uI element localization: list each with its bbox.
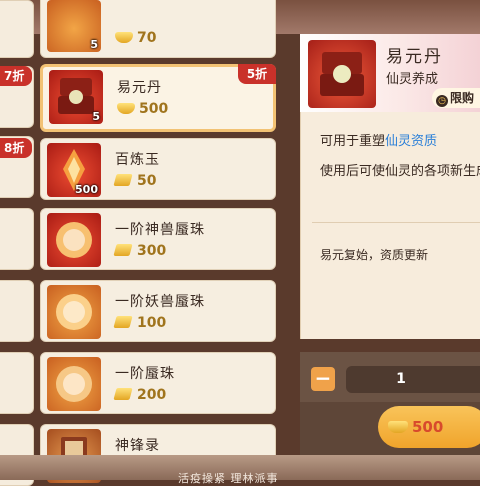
item-quantity: 500	[75, 183, 98, 196]
gold-bar-icon	[113, 244, 133, 256]
detail-usage-text: 可用于重塑仙灵资质	[320, 134, 438, 149]
left-item-card[interactable]	[0, 352, 34, 414]
pill-box-icon	[320, 52, 364, 96]
left-discount-badge: 7折	[0, 66, 32, 86]
left-item-card[interactable]	[0, 280, 34, 342]
yiyuan-pill-icon: 5	[49, 70, 103, 124]
shop-item-card[interactable]: 一阶神兽蜃珠 300	[40, 208, 276, 270]
ingot-icon	[388, 421, 408, 433]
orb-icon	[56, 294, 92, 330]
item-name: 一阶妖兽蜃珠	[115, 294, 205, 310]
quantity-field[interactable]: 1	[346, 366, 480, 393]
item-quantity: 5	[92, 110, 100, 123]
item-price: 300	[113, 243, 166, 259]
highlight-keyword: 仙灵资质	[385, 134, 438, 149]
shop-item-card[interactable]: 一阶蜃珠 200	[40, 352, 276, 414]
gold-bar-icon	[113, 388, 133, 400]
item-name: 神锋录	[115, 438, 160, 454]
left-item-card[interactable]	[0, 0, 34, 58]
gold-bar-icon	[113, 316, 133, 328]
orb-icon	[56, 366, 92, 402]
item-quantity: 5	[90, 38, 98, 51]
bottom-hint-text: 活疫操紧 理林派事	[178, 472, 279, 485]
ingot-icon	[117, 103, 135, 114]
item-detail-header: 易元丹 仙灵养成 ◷ 限购	[300, 34, 480, 112]
baiyan-jade-icon: 500	[47, 143, 101, 197]
beast-pearl-icon	[47, 213, 101, 267]
gold-bar-icon	[113, 174, 133, 186]
demon-pearl-icon	[47, 285, 101, 339]
clock-icon: ◷	[436, 95, 448, 107]
decrease-quantity-button[interactable]: −	[311, 367, 335, 391]
shop-item-card[interactable]: 5 70	[40, 0, 276, 58]
item-price: 500	[117, 101, 168, 117]
shop-item-card[interactable]: 一阶妖兽蜃珠 100	[40, 280, 276, 342]
item-price: 70	[115, 30, 156, 46]
item-price: 200	[113, 387, 166, 403]
detail-flavor-text: 易元复始，资质更新	[320, 248, 429, 262]
buy-button[interactable]: 500	[378, 406, 480, 448]
detail-item-category: 仙灵养成	[386, 72, 439, 87]
discount-badge: 5折	[238, 64, 276, 84]
shop-item-card[interactable]: 500 百炼玉 50	[40, 138, 276, 200]
left-item-card[interactable]	[0, 208, 34, 270]
item-name: 一阶神兽蜃珠	[115, 222, 205, 238]
item-name: 百炼玉	[115, 152, 160, 168]
divider	[312, 222, 480, 223]
shop-item-card-selected[interactable]: 5 易元丹 500 5折	[40, 64, 276, 132]
limit-badge: ◷ 限购	[432, 88, 480, 108]
item-price: 50	[113, 173, 156, 189]
detail-item-name: 易元丹	[386, 47, 443, 67]
yiyuan-pill-large-icon	[308, 40, 376, 108]
item-name: 易元丹	[117, 80, 162, 96]
item-name: 一阶蜃珠	[115, 366, 175, 382]
item-price: 100	[113, 315, 166, 331]
pearl-icon	[47, 357, 101, 411]
ingot-icon	[115, 32, 133, 43]
orb-icon	[56, 222, 92, 258]
item-chest-icon: 5	[47, 0, 101, 52]
detail-effect-text: 使用后可使仙灵的各项新生成	[320, 164, 480, 179]
left-discount-badge: 8折	[0, 138, 32, 158]
